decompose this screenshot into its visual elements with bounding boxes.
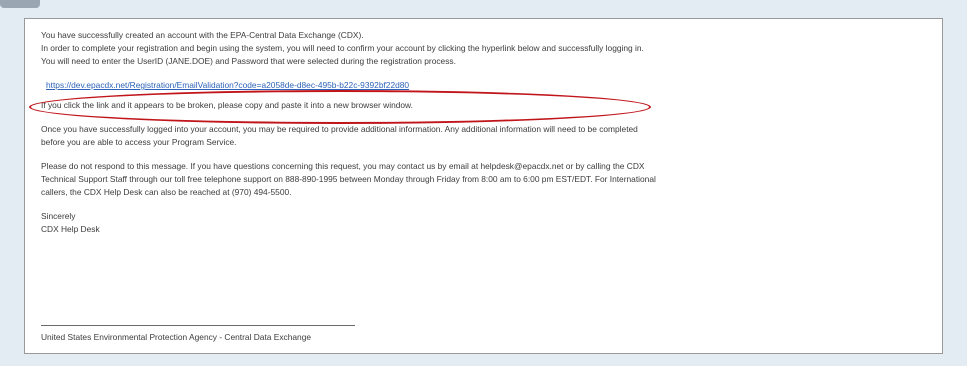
cropped-ui-fragment	[0, 0, 40, 8]
closing-text: Sincerely	[41, 211, 76, 221]
email-message-panel: You have successfully created an account…	[24, 18, 943, 354]
validation-link-row: https://dev.epacdx.net/Registration/Emai…	[41, 78, 931, 93]
signature-divider	[41, 325, 355, 326]
broken-link-note: If you click the link and it appears to …	[41, 100, 413, 110]
additional-info-line-2: before you are able to access your Progr…	[41, 137, 237, 147]
support-line-3: callers, the CDX Help Desk can also be r…	[41, 187, 292, 197]
additional-info-line-1: Once you have successfully logged into y…	[41, 124, 638, 134]
window-top-edge	[0, 0, 967, 10]
signature-text: CDX Help Desk	[41, 224, 100, 234]
intro-line-3: You will need to enter the UserID (JANE.…	[41, 56, 456, 66]
support-line-2: Technical Support Staff through our toll…	[41, 174, 656, 184]
email-validation-link[interactable]: https://dev.epacdx.net/Registration/Emai…	[46, 79, 409, 92]
support-line-1: Please do not respond to this message. I…	[41, 161, 645, 171]
intro-line-1: You have successfully created an account…	[41, 30, 364, 40]
intro-line-2: In order to complete your registration a…	[41, 43, 644, 53]
email-footer: United States Environmental Protection A…	[41, 332, 312, 342]
email-body: You have successfully created an account…	[41, 29, 931, 236]
